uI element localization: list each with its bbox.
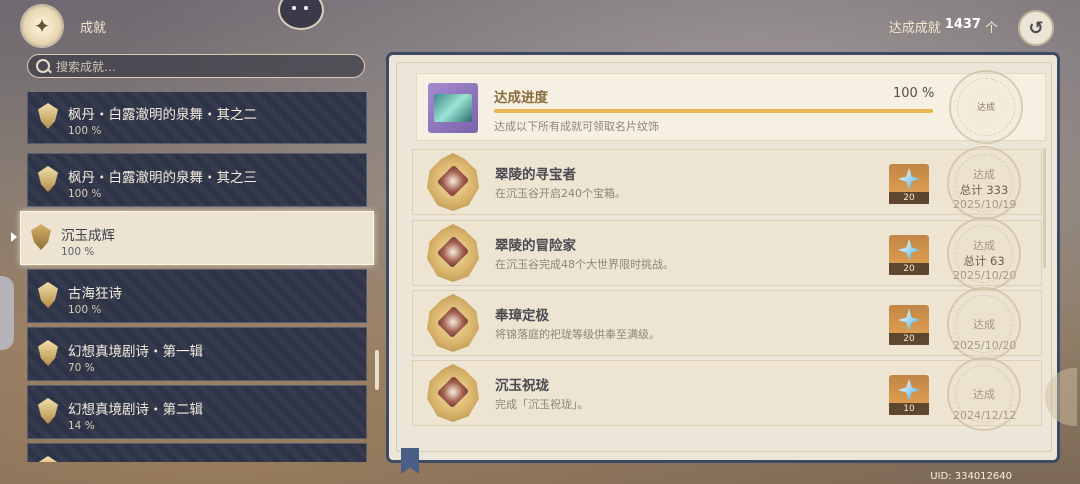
category-item[interactable]: 枫丹・白露澈明的泉舞・其之三 100 % bbox=[27, 153, 367, 207]
category-medal-icon bbox=[38, 398, 58, 424]
category-medal-icon bbox=[38, 166, 58, 192]
back-arrow-icon: ↺ bbox=[1028, 17, 1044, 39]
reward-item[interactable]: 20 bbox=[889, 305, 929, 345]
reward-item[interactable]: 10 bbox=[889, 375, 929, 415]
category-name: 古海狂诗 bbox=[68, 286, 122, 302]
search-icon bbox=[36, 59, 50, 73]
page-title: 成就 bbox=[80, 21, 107, 36]
category-scrollbar[interactable] bbox=[375, 350, 379, 390]
reward-quantity: 20 bbox=[889, 192, 929, 204]
seal-status: 达成 bbox=[973, 239, 995, 252]
search-placeholder: 搜索成就… bbox=[56, 59, 117, 74]
category-item-selected[interactable]: 沉玉成辉 100 % bbox=[20, 211, 374, 265]
achievement-total: 达成成就 1437 个 bbox=[889, 17, 998, 36]
progress-card: 达成进度 100 % 达成以下所有成就可领取名片纹饰 达成 bbox=[416, 70, 1046, 144]
achievement-description: 完成「沉玉祝珑」。 bbox=[495, 398, 589, 411]
seal-status: 达成 bbox=[973, 168, 995, 181]
achievement-medal-icon bbox=[427, 294, 479, 352]
category-name: 枫丹・白露澈明的泉舞・其之三 bbox=[68, 170, 257, 186]
achievement-date: 2025/10/19 bbox=[953, 198, 1017, 211]
category-percent: 100 % bbox=[68, 304, 102, 316]
achievement-name: 翠陵的寻宝者 bbox=[495, 167, 576, 183]
achievement-date: 2025/10/20 bbox=[953, 339, 1017, 352]
achievement-scrollbar[interactable] bbox=[1043, 148, 1046, 268]
achievement-emblem-icon: ✦ bbox=[22, 6, 62, 46]
achievement-name: 翠陵的冒险家 bbox=[495, 238, 576, 254]
uid-label: UID: 334012640 bbox=[930, 471, 1012, 482]
achievement-date: 2024/12/12 bbox=[953, 409, 1017, 422]
achievement-description: 将锦落庭的祀珑等级供奉至满级。 bbox=[495, 328, 660, 341]
total-unit: 个 bbox=[984, 21, 998, 36]
progress-bar bbox=[494, 109, 933, 113]
reward-quantity: 20 bbox=[889, 263, 929, 275]
search-input[interactable]: 搜索成就… bbox=[27, 54, 365, 78]
achievement-medal-icon bbox=[427, 364, 479, 422]
category-name: 沉玉成辉 bbox=[61, 228, 115, 244]
total-label: 达成成就 bbox=[888, 21, 941, 36]
category-percent: 70 % bbox=[68, 362, 95, 374]
progress-description: 达成以下所有成就可领取名片纹饰 bbox=[494, 120, 659, 133]
back-button[interactable]: ↺ bbox=[1018, 10, 1054, 46]
progress-percent: 100 % bbox=[893, 86, 935, 101]
progress-seal: 达成 bbox=[949, 70, 1023, 144]
achievement-description: 在沉玉谷开启240个宝箱。 bbox=[495, 187, 626, 200]
seal-text: 达成 bbox=[976, 103, 995, 113]
category-medal-icon bbox=[38, 282, 58, 308]
seal-total: 总计 63 bbox=[963, 254, 1005, 268]
primogem-icon bbox=[898, 309, 920, 331]
total-count: 1437 bbox=[944, 17, 981, 32]
category-percent: 100 % bbox=[68, 125, 102, 137]
category-name: 枫丹・白露澈明的泉舞・其之二 bbox=[68, 107, 257, 123]
category-medal-icon bbox=[31, 224, 51, 250]
category-medal-icon bbox=[38, 103, 58, 129]
primogem-icon bbox=[898, 168, 920, 190]
achievement-date: 2025/10/20 bbox=[953, 269, 1017, 282]
achievement-row[interactable]: 翠陵的冒险家 在沉玉谷完成48个大世界限时挑战。 20 达成总计 63 2025… bbox=[412, 217, 1042, 291]
category-item[interactable]: 古海狂诗 100 % bbox=[27, 269, 367, 323]
category-medal-icon bbox=[38, 456, 58, 462]
primogem-icon bbox=[898, 239, 920, 261]
achievement-row[interactable]: 翠陵的寻宝者 在沉玉谷开启240个宝箱。 20 达成总计 333 2025/10… bbox=[412, 146, 1042, 220]
achievement-name: 奉璋定极 bbox=[495, 308, 549, 324]
reward-quantity: 20 bbox=[889, 333, 929, 345]
progress-bar-fill bbox=[494, 109, 933, 113]
category-medal-icon bbox=[38, 340, 58, 366]
seal-status: 达成 bbox=[973, 318, 995, 331]
category-name: 幻想真境剧诗・第二辑 bbox=[68, 402, 203, 418]
category-item[interactable]: 枫丹・白露澈明的泉舞・其之二 100 % bbox=[27, 92, 367, 144]
reward-item[interactable]: 20 bbox=[889, 235, 929, 275]
achievement-name: 沉玉祝珑 bbox=[495, 378, 549, 394]
achievement-description: 在沉玉谷完成48个大世界限时挑战。 bbox=[495, 258, 674, 271]
achievement-medal-icon bbox=[427, 153, 479, 211]
category-list: 枫丹・白露澈明的泉舞・其之二 100 % 枫丹・白露澈明的泉舞・其之三 100 … bbox=[0, 92, 390, 462]
primogem-icon bbox=[898, 379, 920, 401]
namecard-icon bbox=[428, 83, 478, 133]
category-item[interactable]: 幻想真境剧诗・第二辑 14 % bbox=[27, 385, 367, 439]
progress-title: 达成进度 bbox=[494, 90, 548, 106]
category-percent: 14 % bbox=[68, 420, 95, 432]
category-percent: 100 % bbox=[68, 188, 102, 200]
seal-status: 达成 bbox=[973, 388, 995, 401]
achievement-row[interactable]: 奉璋定极 将锦落庭的祀珑等级供奉至满级。 20 达成 2025/10/20 bbox=[412, 287, 1042, 361]
seal-total: 总计 333 bbox=[959, 183, 1009, 197]
achievement-medal-icon bbox=[427, 224, 479, 282]
category-name: 幻想真境剧诗・第一辑 bbox=[68, 344, 203, 360]
category-percent: 100 % bbox=[61, 246, 95, 258]
category-item[interactable]: 幻想真境剧诗・第一辑 70 % bbox=[27, 327, 367, 381]
category-item[interactable] bbox=[27, 443, 367, 462]
reward-quantity: 10 bbox=[889, 403, 929, 415]
reward-item[interactable]: 20 bbox=[889, 164, 929, 204]
achievement-row[interactable]: 沉玉祝珑 完成「沉玉祝珑」。 10 达成 2024/12/12 bbox=[412, 357, 1042, 431]
